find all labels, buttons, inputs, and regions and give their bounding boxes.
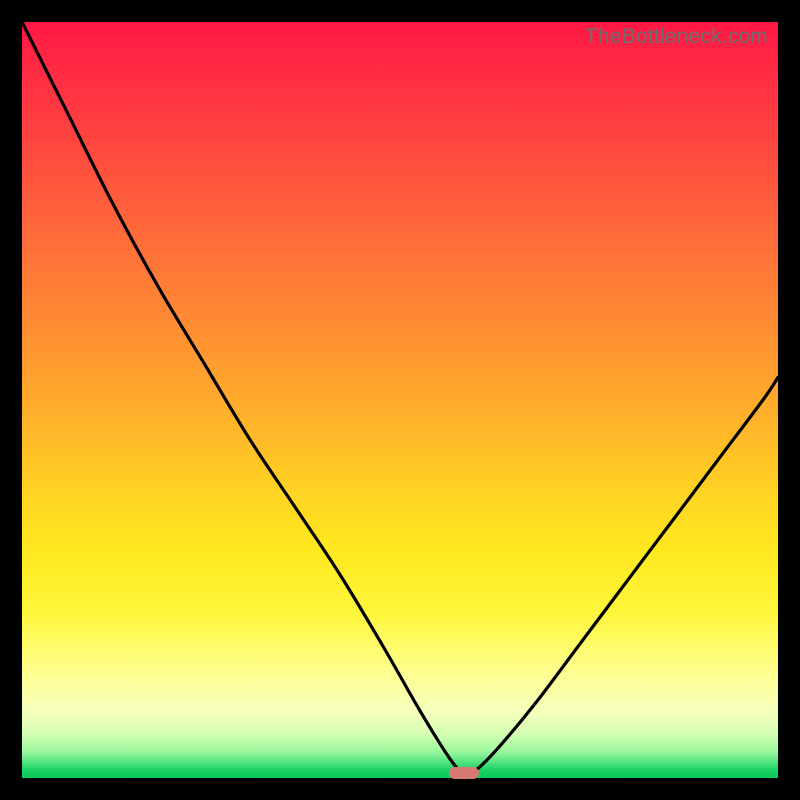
plot-area: TheBottleneck.com: [22, 22, 778, 778]
minimum-marker: [449, 767, 479, 779]
chart-frame: TheBottleneck.com: [0, 0, 800, 800]
bottleneck-curve: [22, 22, 778, 778]
